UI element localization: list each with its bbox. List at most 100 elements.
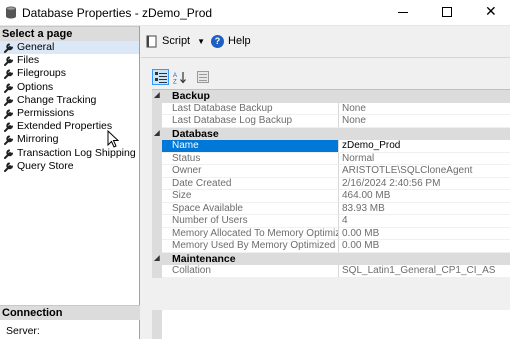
property-row[interactable]: Name zDemo_Prod bbox=[152, 140, 510, 153]
window-title: Database Properties - zDemo_Prod bbox=[22, 6, 213, 20]
property-name: Space Available bbox=[162, 202, 339, 215]
grid-gutter bbox=[152, 310, 162, 339]
help-button[interactable]: ? Help bbox=[211, 34, 251, 48]
page-selector-pane: Select a page General Files Filegroups Opti… bbox=[0, 26, 140, 339]
minimize-button[interactable] bbox=[398, 12, 408, 13]
sidebar-item-label: Extended Properties bbox=[17, 120, 113, 133]
category-label: Maintenance bbox=[172, 252, 236, 265]
property-row[interactable]: Owner ARISTOTLE\SQLCloneAgent bbox=[152, 165, 510, 178]
property-value[interactable]: 4 bbox=[339, 215, 510, 228]
sidebar-item-permissions[interactable]: Permissions bbox=[0, 107, 139, 120]
property-value[interactable]: 0.00 MB bbox=[339, 228, 510, 240]
sidebar-item-general[interactable]: General bbox=[0, 41, 139, 55]
dialog-toolbar: Script ▼ ? Help bbox=[146, 32, 251, 50]
sidebar-item-label: Transaction Log Shipping bbox=[17, 146, 136, 159]
collapse-icon[interactable]: ◢ bbox=[152, 128, 162, 141]
category-label: Backup bbox=[172, 90, 210, 102]
property-row[interactable]: Size 464.00 MB bbox=[152, 190, 510, 203]
property-value[interactable]: None bbox=[339, 103, 510, 115]
close-button[interactable]: ✕ bbox=[485, 4, 497, 18]
property-value[interactable]: 464.00 MB bbox=[339, 190, 510, 203]
svg-text:A: A bbox=[173, 73, 177, 79]
sidebar-item-options[interactable]: Options bbox=[0, 81, 139, 94]
script-label: Script bbox=[162, 35, 191, 47]
property-name: Status bbox=[162, 152, 339, 165]
property-value[interactable]: 83.93 MB bbox=[339, 203, 510, 215]
alphabetical-sort-button[interactable]: A Z bbox=[171, 69, 188, 85]
sidebar-item-label: Change Tracking bbox=[17, 93, 97, 106]
property-value[interactable]: SQL_Latin1_General_CP1_CI_AS bbox=[339, 265, 510, 278]
property-row[interactable]: Collation SQL_Latin1_General_CP1_CI_AS bbox=[152, 265, 510, 278]
grid-gutter bbox=[152, 152, 162, 165]
title-bar: Database Properties - zDemo_Prod ✕ bbox=[0, 0, 510, 26]
property-row[interactable]: Memory Allocated To Memory Optimized Obj… bbox=[152, 227, 510, 240]
property-row[interactable]: Memory Used By Memory Optimized Objects0… bbox=[152, 240, 510, 253]
toolbar-divider bbox=[141, 57, 510, 58]
property-value[interactable]: 2/16/2024 2:40:56 PM bbox=[339, 178, 510, 190]
help-label: Help bbox=[228, 35, 251, 47]
script-icon bbox=[146, 35, 157, 47]
wrench-icon bbox=[4, 96, 13, 106]
property-value[interactable]: ARISTOTLE\SQLCloneAgent bbox=[339, 165, 510, 178]
script-button[interactable]: Script bbox=[146, 35, 190, 48]
sidebar-item-files[interactable]: Files bbox=[0, 54, 139, 67]
grid-gutter bbox=[152, 102, 162, 115]
grid-gutter bbox=[152, 140, 162, 153]
sidebar-item-label: Query Store bbox=[17, 159, 74, 172]
grid-gutter bbox=[152, 227, 162, 240]
properties-pane: Script ▼ ? Help A Z ◢ Backup Last Databa… bbox=[141, 26, 510, 339]
property-pages-icon bbox=[196, 71, 209, 83]
property-value[interactable]: None bbox=[339, 115, 510, 128]
category-backup[interactable]: ◢ Backup bbox=[152, 90, 510, 103]
grid-gutter bbox=[152, 202, 162, 215]
property-row[interactable]: Last Database Backup None bbox=[152, 102, 510, 115]
property-row[interactable]: Space Available 83.93 MB bbox=[152, 202, 510, 215]
wrench-icon bbox=[4, 43, 13, 54]
script-dropdown-icon[interactable]: ▼ bbox=[197, 37, 205, 46]
grid-gutter bbox=[152, 215, 162, 228]
grid-gutter bbox=[152, 165, 162, 178]
sidebar-item-query-store[interactable]: Query Store bbox=[0, 160, 139, 173]
categorized-icon bbox=[154, 72, 167, 83]
property-name: Memory Allocated To Memory Optimized Obj… bbox=[162, 227, 339, 240]
category-database[interactable]: ◢ Database bbox=[152, 127, 510, 141]
collapse-icon[interactable]: ◢ bbox=[152, 253, 162, 266]
grid-gutter bbox=[152, 240, 162, 253]
categorized-view-button[interactable] bbox=[152, 69, 169, 85]
sidebar-item-change-tracking[interactable]: Change Tracking bbox=[0, 94, 139, 107]
property-name: Date Created bbox=[162, 177, 339, 190]
grid-gutter bbox=[152, 190, 162, 203]
page-list: General Files Filegroups Options Change Trac… bbox=[0, 41, 139, 173]
wrench-icon bbox=[4, 122, 13, 133]
property-row[interactable]: Date Created 2/16/2024 2:40:56 PM bbox=[152, 177, 510, 190]
grid-gutter bbox=[152, 265, 162, 278]
sidebar-item-transaction-log-shipping[interactable]: Transaction Log Shipping bbox=[0, 147, 139, 160]
property-row[interactable]: Number of Users 4 bbox=[152, 215, 510, 228]
database-icon bbox=[6, 6, 16, 19]
property-pages-button[interactable] bbox=[194, 69, 211, 85]
collapse-icon[interactable]: ◢ bbox=[152, 90, 162, 103]
wrench-icon bbox=[4, 135, 13, 146]
property-value[interactable]: 0.00 MB bbox=[339, 240, 510, 253]
sidebar-item-filegroups[interactable]: Filegroups bbox=[0, 67, 139, 80]
property-grid-empty-area bbox=[152, 310, 510, 339]
property-value[interactable]: zDemo_Prod bbox=[339, 140, 510, 153]
grid-gutter bbox=[152, 177, 162, 190]
wrench-icon bbox=[4, 56, 13, 67]
property-name: Last Database Log Backup bbox=[162, 115, 339, 128]
sidebar-item-label: Permissions bbox=[17, 107, 75, 120]
property-name: Owner bbox=[162, 165, 339, 178]
sidebar-item-label: Files bbox=[17, 54, 40, 67]
property-name: Memory Used By Memory Optimized Objects bbox=[162, 240, 339, 253]
property-row[interactable]: Status Normal bbox=[152, 152, 510, 165]
category-maintenance[interactable]: ◢ Maintenance bbox=[152, 252, 510, 266]
property-value[interactable]: Normal bbox=[339, 153, 510, 165]
property-name: Name bbox=[162, 140, 339, 153]
server-label: Server: bbox=[6, 325, 40, 337]
property-name: Collation bbox=[162, 265, 339, 278]
property-row[interactable]: Last Database Log Backup None bbox=[152, 115, 510, 128]
mouse-pointer-icon bbox=[107, 130, 119, 148]
sidebar-item-label: Options bbox=[17, 80, 54, 93]
sidebar-item-label: Filegroups bbox=[17, 67, 67, 80]
maximize-button[interactable] bbox=[442, 7, 452, 17]
